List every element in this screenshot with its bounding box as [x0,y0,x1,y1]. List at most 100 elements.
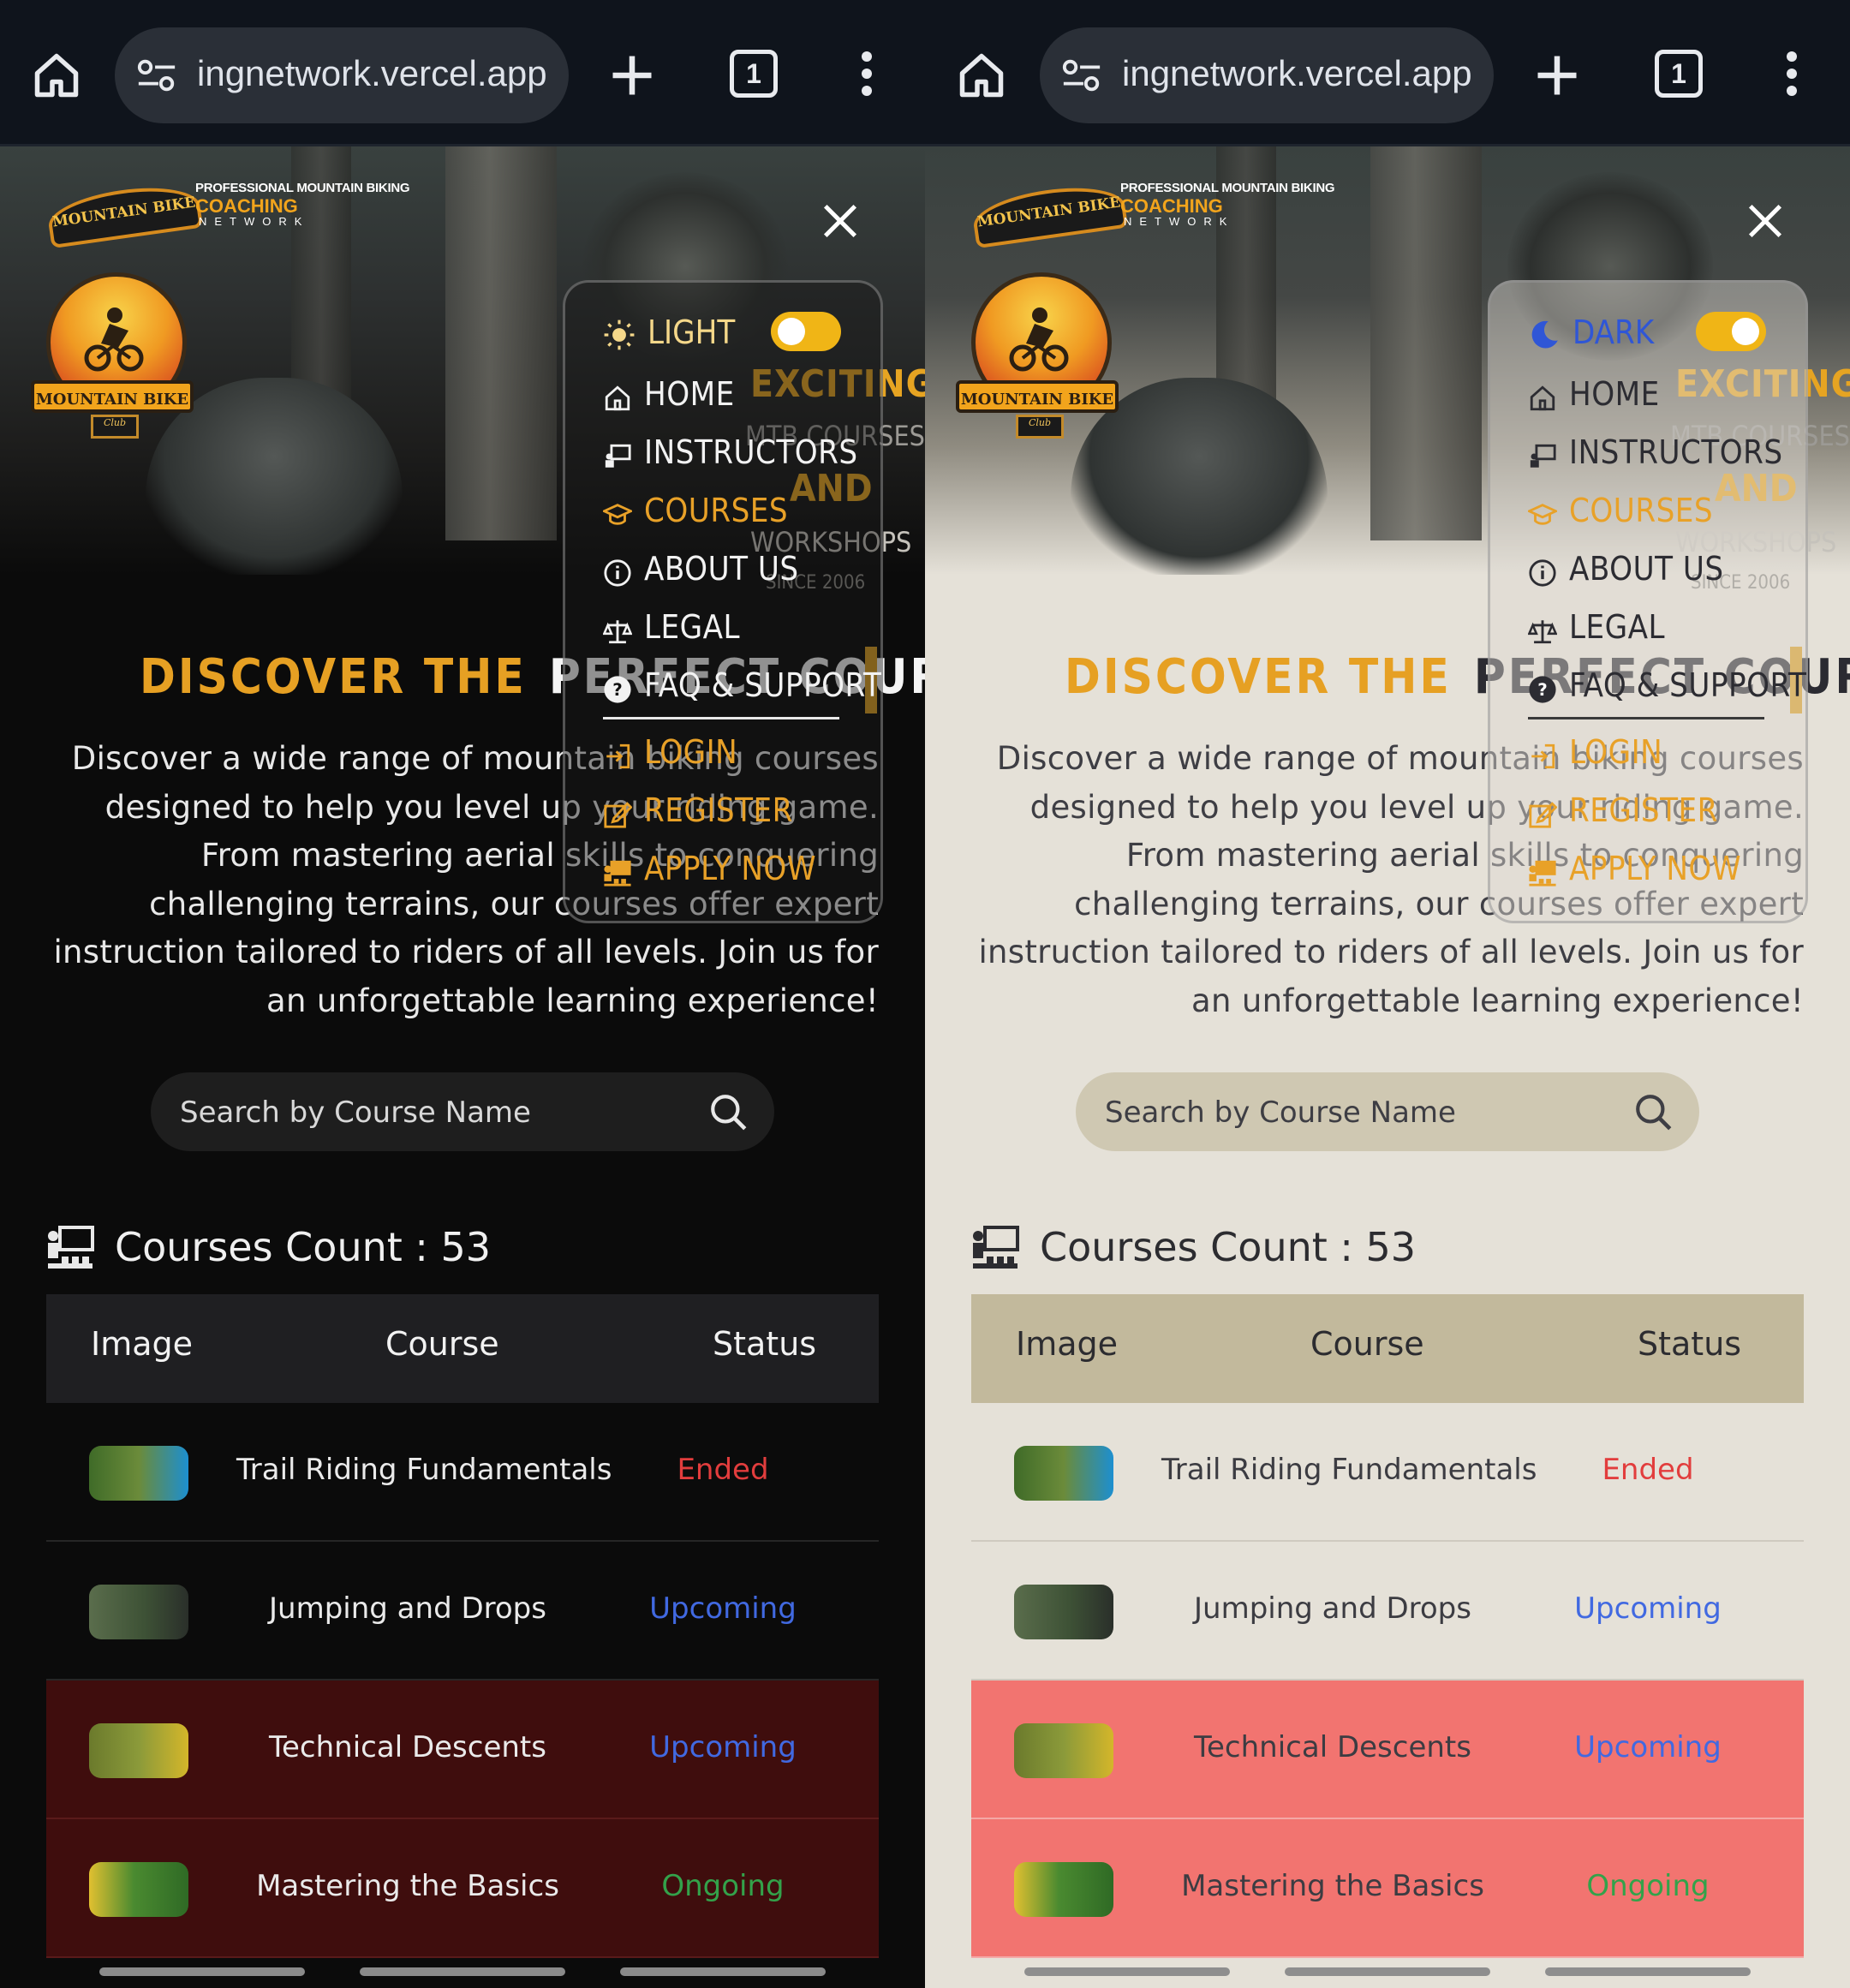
moon-icon [1531,320,1558,349]
search-bar [1076,1072,1699,1153]
logo-subtitle: PROFESSIONAL MOUNTAIN BIKING [1120,181,1335,195]
graduation-cap-icon [603,504,632,525]
menu-label: COURSES [644,492,789,529]
table-row[interactable]: Technical Descents Upcoming [971,1681,1804,1819]
course-name[interactable]: Technical Descents [1161,1730,1504,1764]
theme-toggle[interactable] [1696,312,1766,351]
table-row[interactable]: Trail Riding Fundamentals Ended [46,1403,879,1542]
table-row[interactable]: Trail Riding Fundamentals Ended [971,1403,1804,1542]
course-name[interactable]: Jumping and Drops [236,1591,579,1626]
course-name[interactable]: Technical Descents [236,1730,579,1764]
address-bar[interactable]: ingnetwork.vercel.app [1040,27,1494,123]
column-header-status: Status [1638,1325,1742,1363]
rider-icon [84,307,144,372]
status-badge: Upcoming [1574,1730,1722,1764]
apply-icon [604,860,631,887]
scales-icon [1528,620,1557,644]
table-row[interactable]: Mastering the Basics Ongoing [46,1819,879,1958]
search-icon[interactable] [1632,1091,1675,1134]
home-icon[interactable] [956,50,1007,101]
course-name[interactable]: Jumping and Drops [1161,1591,1504,1626]
course-thumbnail[interactable] [1014,1723,1113,1778]
column-header-course: Course [385,1325,499,1363]
apply-icon [1529,860,1556,887]
menu-label: ABOUT US [1569,550,1724,588]
logo-network: NETWORK [1124,215,1235,228]
tab-switcher-button[interactable]: 1 [730,50,778,98]
site-settings-icon[interactable] [1060,57,1103,94]
headline-part-1: DISCOVER THE [140,649,527,705]
course-name[interactable]: Trail Riding Fundamentals [1161,1453,1537,1487]
course-thumbnail[interactable] [1014,1446,1113,1501]
browser-toolbar: ingnetwork.vercel.app 1 [925,0,1850,146]
menu-label: REGISTER [1569,791,1718,829]
club-badge-logo: MOUNTAIN BIKE Club [956,267,1119,439]
course-name[interactable]: Mastering the Basics [1161,1869,1504,1903]
menu-label: HOME [1569,375,1660,413]
logo-subtitle: PROFESSIONAL MOUNTAIN BIKING [195,181,410,195]
home-icon [1530,385,1555,411]
phone-dark-theme: ingnetwork.vercel.app 1 MOUNTAIN BIKE PR… [0,0,925,1988]
close-menu-icon[interactable] [1746,201,1785,241]
tab-switcher-button[interactable]: 1 [1655,50,1703,98]
course-thumbnail[interactable] [1014,1862,1113,1917]
menu-label: LOGIN [644,733,738,771]
column-header-course: Course [1310,1325,1424,1363]
table-row[interactable]: Jumping and Drops Upcoming [971,1542,1804,1681]
home-icon[interactable] [31,50,82,101]
search-input[interactable] [1103,1072,1586,1153]
course-thumbnail[interactable] [89,1723,188,1778]
search-input[interactable] [178,1072,661,1153]
course-thumbnail[interactable] [89,1862,188,1917]
menu-label: APPLY NOW [1569,850,1742,887]
menu-label: INSTRUCTORS [644,433,858,471]
table-header: Image Course Status [46,1294,879,1403]
status-badge: Ended [1602,1453,1694,1487]
address-bar[interactable]: ingnetwork.vercel.app [115,27,569,123]
search-bar [151,1072,774,1153]
menu-label: LEGAL [1569,608,1666,646]
table-row[interactable]: Mastering the Basics Ongoing [971,1819,1804,1958]
status-badge: Ongoing [661,1869,785,1903]
close-menu-icon[interactable] [821,201,860,241]
menu-divider [603,717,839,719]
url-text: ingnetwork.vercel.app [1122,53,1472,93]
course-thumbnail[interactable] [1014,1585,1113,1639]
badge-club: Club [1016,415,1064,439]
classroom-icon [973,1226,1019,1269]
course-name[interactable]: Trail Riding Fundamentals [236,1453,612,1487]
course-thumbnail[interactable] [89,1446,188,1501]
scales-icon [603,620,632,644]
phone-light-theme: ingnetwork.vercel.app 1 MOUNTAIN BIKE PR… [925,0,1850,1988]
new-tab-icon[interactable] [1531,50,1583,101]
course-thumbnail[interactable] [89,1585,188,1639]
register-icon [604,802,632,828]
menu-label: FAQ & SUPPORT [644,666,882,704]
scroll-indicator [99,1967,827,1978]
table-row[interactable]: Technical Descents Upcoming [46,1681,879,1819]
more-menu-icon[interactable] [1781,51,1802,99]
status-badge: Upcoming [649,1730,797,1764]
table-row[interactable]: Jumping and Drops Upcoming [46,1542,879,1681]
site-settings-icon[interactable] [135,57,178,94]
login-icon [1531,743,1555,769]
menu-label: REGISTER [644,791,793,829]
new-tab-icon[interactable] [606,50,658,101]
badge-club: Club [91,415,139,439]
search-icon[interactable] [707,1091,750,1134]
rider-icon [1009,307,1069,372]
status-badge: Upcoming [1574,1591,1722,1626]
more-menu-icon[interactable] [856,51,877,99]
graduation-cap-icon [1528,504,1557,525]
svg-text:?: ? [1537,680,1548,700]
table-header: Image Course Status [971,1294,1804,1403]
badge-ribbon: MOUNTAIN BIKE [956,380,1119,413]
course-name[interactable]: Mastering the Basics [236,1869,579,1903]
theme-label: LIGHT [648,313,736,351]
info-icon [1529,559,1556,587]
menu-label: INSTRUCTORS [1569,433,1783,471]
theme-toggle[interactable] [771,312,841,351]
url-text: ingnetwork.vercel.app [197,53,547,93]
home-icon [605,385,630,411]
badge-ribbon: MOUNTAIN BIKE [31,380,194,413]
